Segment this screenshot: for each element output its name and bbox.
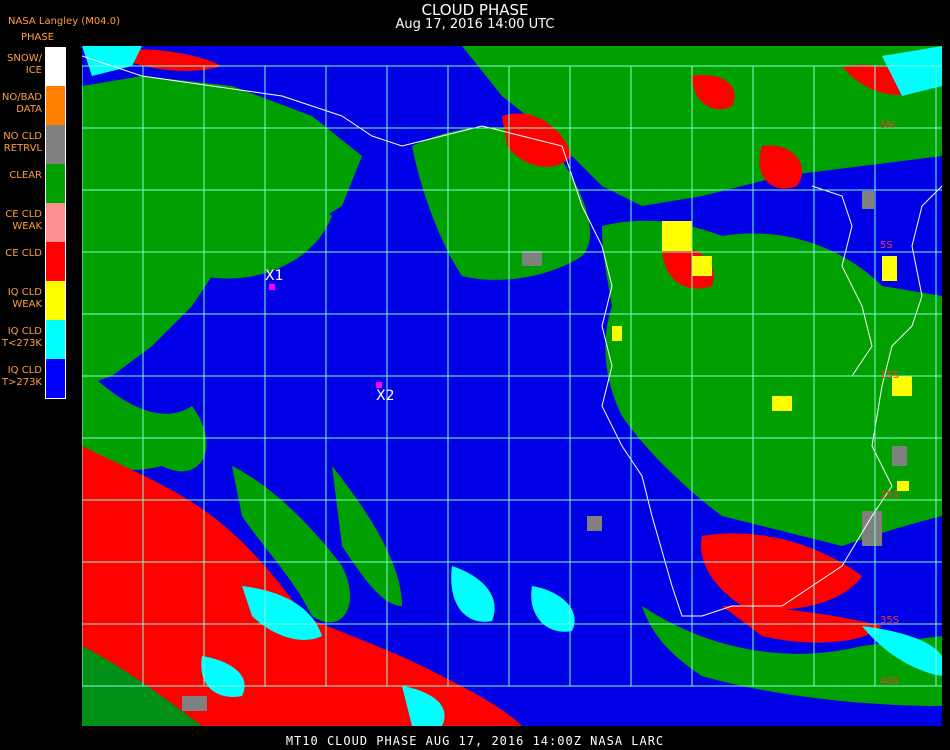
marker-x1-label: X1 xyxy=(265,268,284,284)
legend-swatch xyxy=(45,281,66,320)
lat-label: 5N xyxy=(880,120,894,131)
cloud-phase-map xyxy=(82,46,942,726)
legend-label: CE CLD xyxy=(5,248,42,259)
legend-swatch xyxy=(45,47,66,87)
legend: SNOW/ICE NO/BAD DATA NO CLD RETRVL CLEAR C… xyxy=(0,47,66,399)
page-title: CLOUD PHASE xyxy=(421,1,529,19)
legend-item-no-bad-data: NO/BAD DATA xyxy=(0,86,66,125)
lat-label: 15S xyxy=(880,370,900,381)
legend-label: CLEAR xyxy=(9,170,42,181)
legend-label: SNOW/ICE xyxy=(7,53,42,76)
legend-item-liq-cld-cold: IQ CLD T<273K xyxy=(0,320,66,359)
legend-swatch xyxy=(45,164,66,203)
legend-item-liq-cld-weak: IQ CLD WEAK xyxy=(0,281,66,320)
lat-label: 25S xyxy=(880,490,900,501)
source-label: NASA Langley (M04.0) xyxy=(8,16,120,27)
legend-item-liq-cld-warm: IQ CLD T>273K xyxy=(0,359,66,399)
page-subtitle: Aug 17, 2016 14:00 UTC xyxy=(395,17,555,32)
marker-x2-label: X2 xyxy=(376,388,395,404)
legend-item-snow-ice: SNOW/ICE xyxy=(0,47,66,87)
legend-swatch xyxy=(45,242,66,281)
lat-label: 35S xyxy=(880,615,900,626)
legend-label: NO CLD RETRVL xyxy=(3,131,42,154)
legend-label: IQ CLD T<273K xyxy=(1,326,42,349)
legend-item-clear: CLEAR xyxy=(0,164,66,203)
legend-label: IQ CLD T>273K xyxy=(1,365,42,388)
legend-swatch xyxy=(45,86,66,125)
legend-swatch xyxy=(45,203,66,242)
legend-title: PHASE xyxy=(21,32,55,43)
legend-swatch xyxy=(45,359,66,399)
legend-label: NO/BAD DATA xyxy=(1,92,42,115)
marker-x1-point xyxy=(269,284,275,290)
legend-label: IQ CLD WEAK xyxy=(7,287,42,310)
legend-item-ice-cld: CE CLD xyxy=(0,242,66,281)
lat-label: 5S xyxy=(880,240,893,251)
legend-item-ice-cld-weak: CE CLD WEAK xyxy=(0,203,66,242)
legend-label: CE CLD WEAK xyxy=(5,209,42,232)
legend-swatch xyxy=(45,320,66,359)
legend-item-no-cld-retrvl: NO CLD RETRVL xyxy=(0,125,66,164)
lat-label: 40S xyxy=(880,676,900,687)
legend-swatch xyxy=(45,125,66,164)
footer-caption: MT10 CLOUD PHASE AUG 17, 2016 14:00Z NAS… xyxy=(285,734,665,748)
